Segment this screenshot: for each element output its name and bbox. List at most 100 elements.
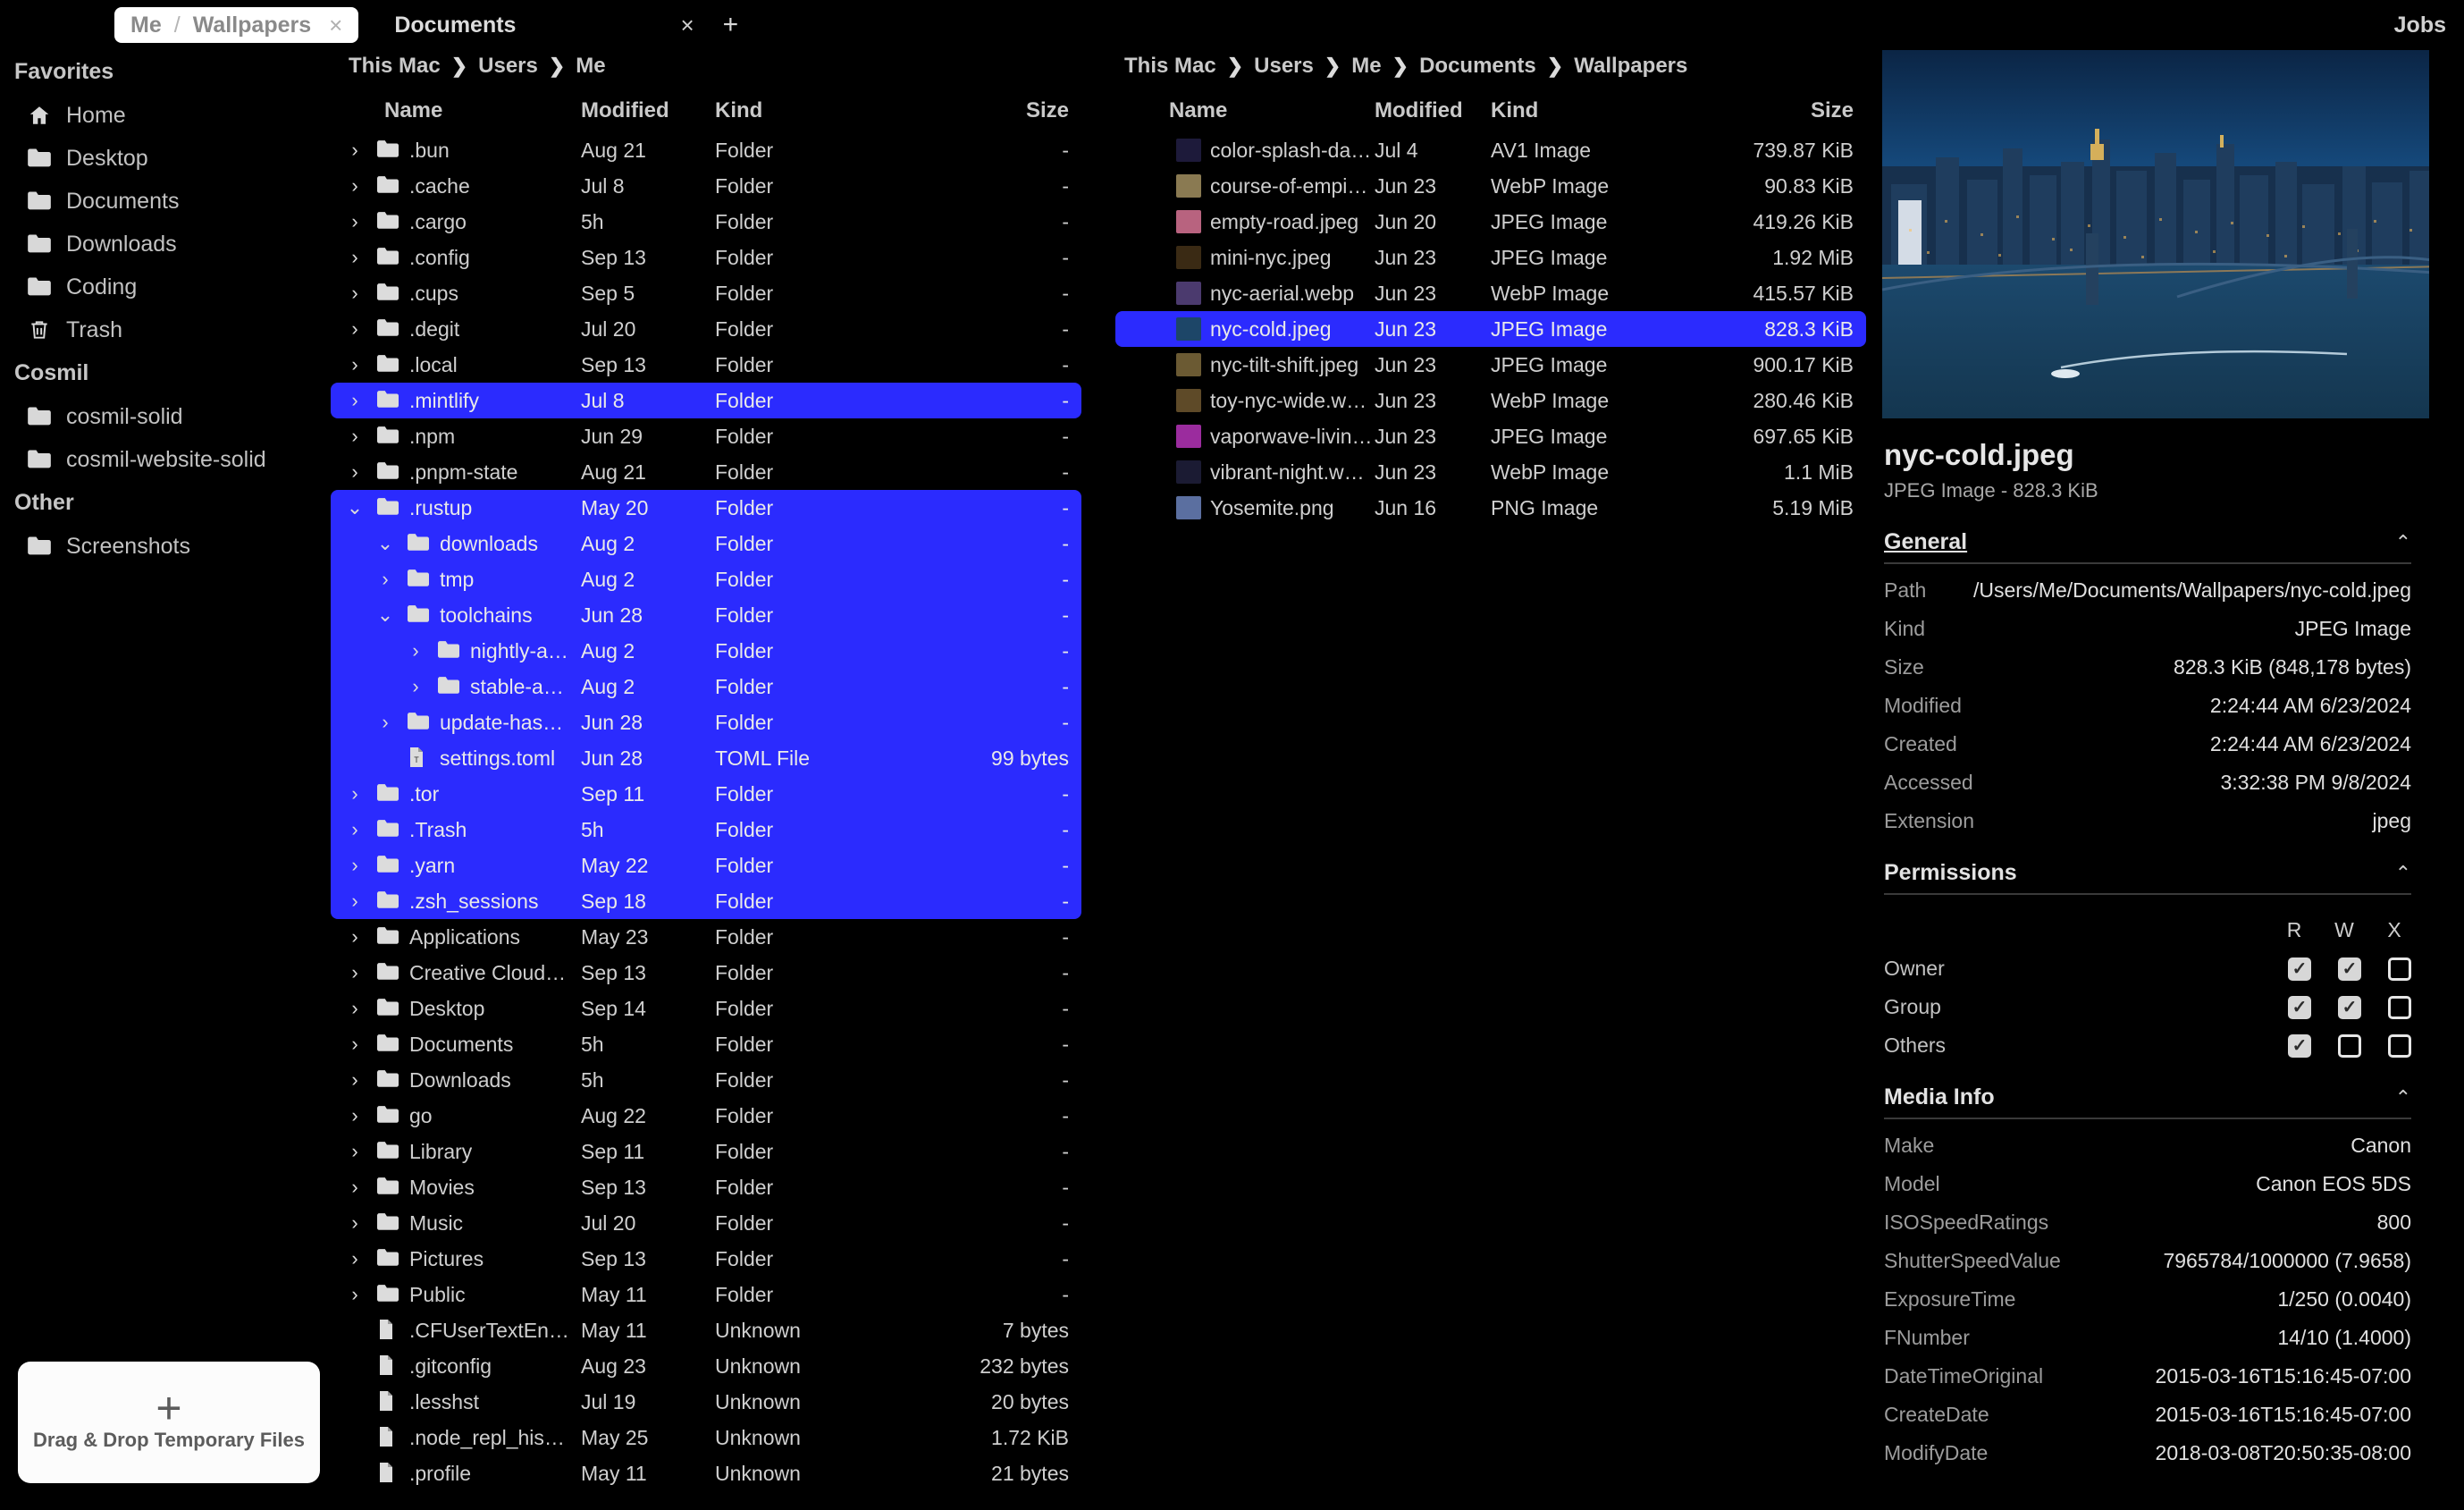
permission-checkbox-r[interactable]: ✓ [2288, 957, 2311, 981]
table-row[interactable]: ⌄ downloads Aug 2 Folder - [331, 526, 1081, 561]
permission-checkbox-x[interactable] [2388, 995, 2411, 1019]
disclosure-triangle-icon[interactable]: ⌄ [374, 532, 397, 555]
table-row[interactable]: ⌄ .rustup May 20 Folder - [331, 490, 1081, 526]
disclosure-triangle-icon[interactable] [343, 1319, 366, 1342]
table-row[interactable]: › Public May 11 Folder - [331, 1277, 1081, 1312]
disclosure-triangle-icon[interactable]: › [343, 246, 366, 269]
disclosure-triangle-icon[interactable]: › [343, 1033, 366, 1056]
tab-documents[interactable]: Documents × [378, 7, 710, 43]
table-row[interactable]: › .Trash 5h Folder - [331, 812, 1081, 848]
sidebar-item-screenshots[interactable]: Screenshots [0, 525, 331, 568]
disclosure-triangle-icon[interactable]: › [343, 460, 366, 484]
disclosure-triangle-icon[interactable]: › [343, 1247, 366, 1270]
table-row[interactable]: › Downloads 5h Folder - [331, 1062, 1081, 1098]
sidebar-item-desktop[interactable]: Desktop [0, 137, 331, 180]
breadcrumb-segment[interactable]: Users [1254, 54, 1314, 79]
table-row[interactable]: › .mintlify Jul 8 Folder - [331, 383, 1081, 418]
table-row[interactable]: nyc-tilt-shift.jpeg Jun 23 JPEG Image 900.1… [1115, 347, 1866, 383]
disclosure-triangle-icon[interactable]: › [343, 854, 366, 877]
table-row[interactable]: › Library Sep 11 Folder - [331, 1134, 1081, 1169]
table-row[interactable]: › .pnpm-state Aug 21 Folder - [331, 454, 1081, 490]
column-header-name[interactable]: Name [331, 98, 581, 123]
table-row[interactable]: › Music Jul 20 Folder - [331, 1205, 1081, 1241]
disclosure-triangle-icon[interactable]: › [343, 961, 366, 984]
table-row[interactable]: › .npm Jun 29 Folder - [331, 418, 1081, 454]
table-row[interactable]: › .bun Aug 21 Folder - [331, 132, 1081, 168]
table-row[interactable]: › .cups Sep 5 Folder - [331, 275, 1081, 311]
disclosure-triangle-icon[interactable]: › [343, 1104, 366, 1127]
table-row[interactable]: › .cargo 5h Folder - [331, 204, 1081, 240]
breadcrumb-segment[interactable]: This Mac [349, 54, 441, 79]
section-permissions-header[interactable]: Permissions ⌃ [1884, 860, 2411, 895]
table-row[interactable]: › .zsh_sessions Sep 18 Folder - [331, 883, 1081, 919]
disclosure-triangle-icon[interactable]: › [343, 1211, 366, 1235]
disclosure-triangle-icon[interactable]: › [343, 282, 366, 305]
table-row[interactable]: › Desktop Sep 14 Folder - [331, 991, 1081, 1026]
close-icon[interactable]: × [680, 12, 694, 39]
breadcrumb-segment[interactable]: This Mac [1124, 54, 1216, 79]
permission-checkbox-r[interactable]: ✓ [2288, 1033, 2311, 1058]
column-header-size[interactable]: Size [1669, 98, 1866, 123]
table-row[interactable]: .CFUserTextEn… May 11 Unknown 7 bytes [331, 1312, 1081, 1348]
drag-drop-temporary-files-zone[interactable]: + Drag & Drop Temporary Files [18, 1362, 320, 1483]
table-row[interactable]: › .degit Jul 20 Folder - [331, 311, 1081, 347]
column-header-kind[interactable]: Kind [1491, 98, 1669, 123]
disclosure-triangle-icon[interactable]: › [343, 1283, 366, 1306]
table-row[interactable]: ⌄ toolchains Jun 28 Folder - [331, 597, 1081, 633]
table-row[interactable]: › .yarn May 22 Folder - [331, 848, 1081, 883]
disclosure-triangle-icon[interactable]: › [374, 711, 397, 734]
breadcrumb-segment[interactable]: Wallpapers [1574, 54, 1687, 79]
permission-checkbox-x[interactable] [2388, 957, 2411, 981]
permission-checkbox-x[interactable] [2388, 1033, 2411, 1058]
sidebar-item-cosmil-solid[interactable]: cosmil-solid [0, 395, 331, 438]
disclosure-triangle-icon[interactable]: › [404, 639, 427, 662]
new-tab-button[interactable]: + [711, 12, 752, 38]
table-row[interactable]: vaporwave-livin… Jun 23 JPEG Image 697.65 K… [1115, 418, 1866, 454]
disclosure-triangle-icon[interactable] [343, 1390, 366, 1413]
permission-checkbox-w[interactable] [2338, 1033, 2361, 1058]
table-row[interactable]: › tmp Aug 2 Folder - [331, 561, 1081, 597]
table-row[interactable]: › .tor Sep 11 Folder - [331, 776, 1081, 812]
disclosure-triangle-icon[interactable]: ⌄ [374, 603, 397, 627]
table-row[interactable]: › Movies Sep 13 Folder - [331, 1169, 1081, 1205]
table-row[interactable]: › Creative Cloud… Sep 13 Folder - [331, 955, 1081, 991]
table-row[interactable]: course-of-empi… Jun 23 WebP Image 90.83 KiB [1115, 168, 1866, 204]
table-row[interactable]: empty-road.jpeg Jun 20 JPEG Image 419.26 Ki… [1115, 204, 1866, 240]
table-row[interactable]: toy-nyc-wide.w… Jun 23 WebP Image 280.46 Ki… [1115, 383, 1866, 418]
table-row[interactable]: .profile May 11 Unknown 21 bytes [331, 1455, 1081, 1491]
table-row[interactable]: .lesshst Jul 19 Unknown 20 bytes [331, 1384, 1081, 1420]
table-row[interactable]: .gitconfig Aug 23 Unknown 232 bytes [331, 1348, 1081, 1384]
table-row[interactable]: › nightly-a… Aug 2 Folder - [331, 633, 1081, 669]
column-header-modified[interactable]: Modified [1375, 98, 1491, 123]
sidebar-item-cosmil-website-solid[interactable]: cosmil-website-solid [0, 438, 331, 481]
disclosure-triangle-icon[interactable]: › [343, 1176, 366, 1199]
section-media-info-header[interactable]: Media Info ⌃ [1884, 1084, 2411, 1119]
breadcrumb-segment[interactable]: Users [478, 54, 538, 79]
disclosure-triangle-icon[interactable]: › [374, 568, 397, 591]
close-icon[interactable]: × [329, 12, 342, 39]
disclosure-triangle-icon[interactable] [374, 747, 397, 770]
disclosure-triangle-icon[interactable] [343, 1426, 366, 1449]
table-row[interactable]: › go Aug 22 Folder - [331, 1098, 1081, 1134]
permission-checkbox-w[interactable]: ✓ [2338, 957, 2361, 981]
disclosure-triangle-icon[interactable]: › [343, 425, 366, 448]
disclosure-triangle-icon[interactable]: › [343, 174, 366, 198]
disclosure-triangle-icon[interactable]: › [404, 675, 427, 698]
sidebar-item-home[interactable]: Home [0, 94, 331, 137]
table-row[interactable]: › .config Sep 13 Folder - [331, 240, 1081, 275]
table-row[interactable]: color-splash-da… Jul 4 AV1 Image 739.87 KiB [1115, 132, 1866, 168]
column-header-name[interactable]: Name [1115, 98, 1375, 123]
disclosure-triangle-icon[interactable]: ⌄ [343, 496, 366, 519]
disclosure-triangle-icon[interactable] [343, 1462, 366, 1485]
disclosure-triangle-icon[interactable]: › [343, 818, 366, 841]
disclosure-triangle-icon[interactable]: › [343, 1140, 366, 1163]
column-header-size[interactable]: Size [912, 98, 1081, 123]
table-row[interactable]: nyc-cold.jpeg Jun 23 JPEG Image 828.3 KiB [1115, 311, 1866, 347]
breadcrumb-segment[interactable]: Documents [1419, 54, 1536, 79]
table-row[interactable]: Tsettings.toml Jun 28 TOML File 99 bytes [331, 740, 1081, 776]
table-row[interactable]: Yosemite.png Jun 16 PNG Image 5.19 MiB [1115, 490, 1866, 526]
disclosure-triangle-icon[interactable]: › [343, 210, 366, 233]
table-row[interactable]: vibrant-night.we… Jun 23 WebP Image 1.1 MiB [1115, 454, 1866, 490]
disclosure-triangle-icon[interactable]: › [343, 353, 366, 376]
column-header-kind[interactable]: Kind [715, 98, 912, 123]
